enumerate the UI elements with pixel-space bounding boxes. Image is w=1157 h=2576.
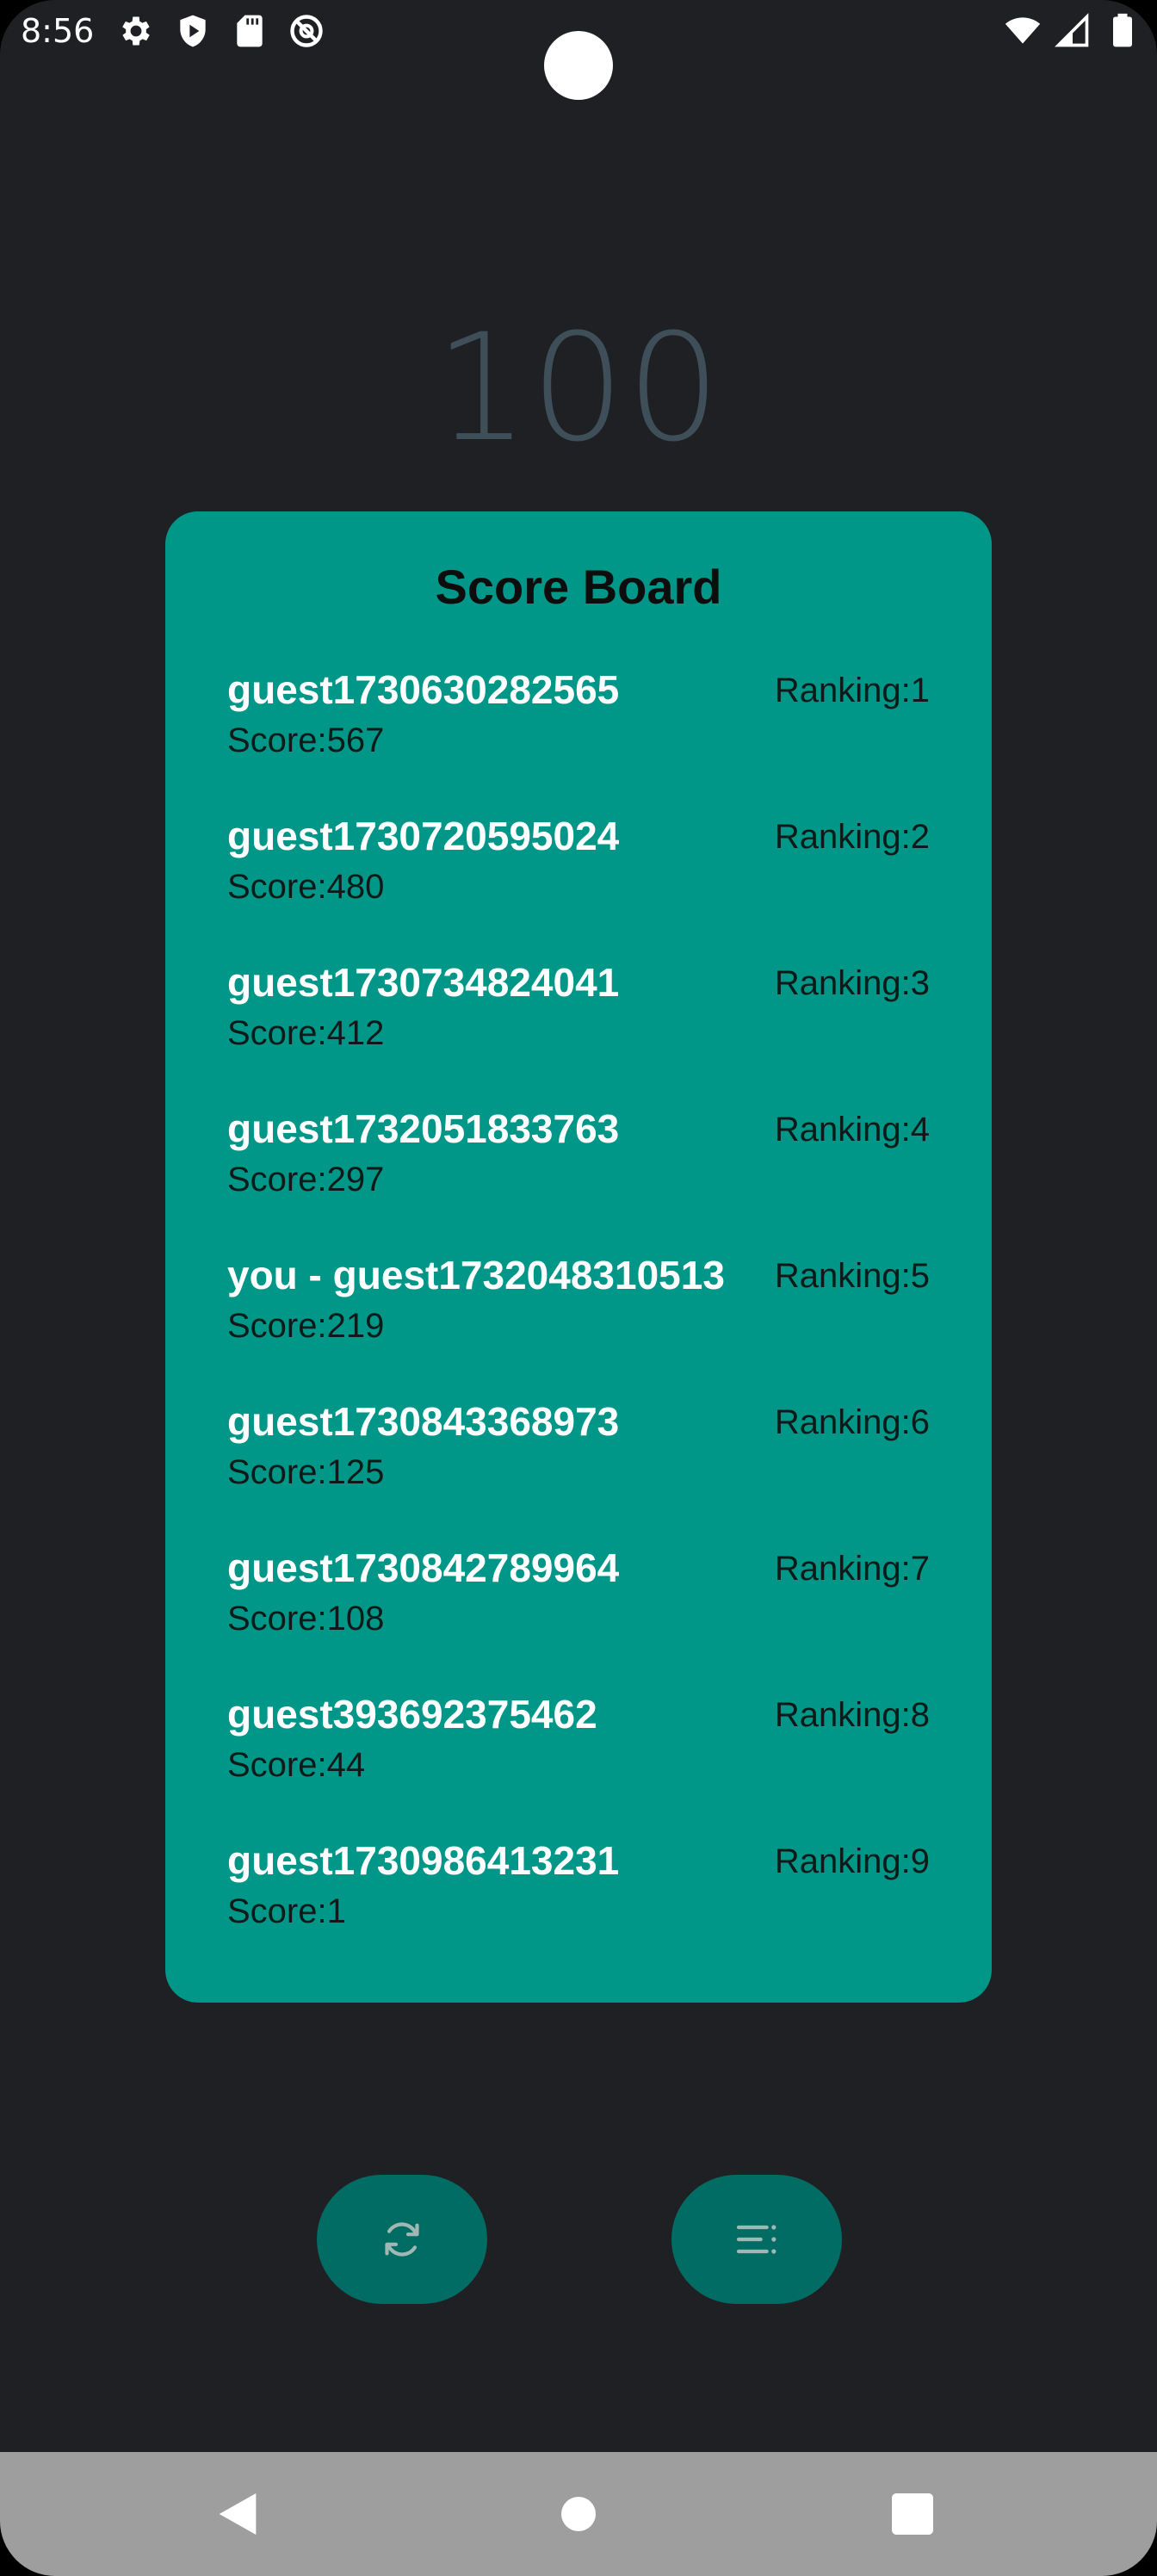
signal-icon xyxy=(1055,13,1089,47)
player-ranking: Ranking:2 xyxy=(774,818,930,856)
player-ranking: Ranking:6 xyxy=(774,1403,930,1441)
wifi-icon xyxy=(1005,17,1041,44)
menu-button[interactable] xyxy=(671,2175,842,2304)
current-score: 100 xyxy=(434,301,723,474)
settings-icon xyxy=(122,16,150,46)
shield-icon xyxy=(180,15,206,47)
player-ranking: Ranking:9 xyxy=(774,1842,930,1880)
list-item-current-user: you - guest1732048310513 Score:219 Ranki… xyxy=(227,1252,930,1398)
player-ranking: Ranking:7 xyxy=(774,1550,930,1588)
no-disturb-icon xyxy=(290,15,323,47)
player-name: guest393692375462 xyxy=(227,1692,597,1737)
score-board: Score Board guest1730630282565 Score:567… xyxy=(165,511,992,2003)
player-name: guest1730720595024 xyxy=(227,814,620,858)
list-item: guest393692375462 Score:44 Ranking:8 xyxy=(227,1691,930,1837)
player-ranking: Ranking:4 xyxy=(774,1111,930,1149)
player-score: Score:44 xyxy=(227,1746,366,1784)
player-score: Score:412 xyxy=(227,1014,385,1052)
list-item: guest1730630282565 Score:567 Ranking:1 xyxy=(227,666,930,813)
status-icons-right xyxy=(1004,12,1142,50)
score-board-title: Score Board xyxy=(435,560,722,614)
list-item: guest1730843368973 Score:125 Ranking:6 xyxy=(227,1398,930,1545)
player-score: Score:297 xyxy=(227,1161,385,1198)
status-time: 8:56 xyxy=(21,12,95,50)
player-score: Score:567 xyxy=(227,721,385,759)
player-name: guest1730630282565 xyxy=(227,667,620,712)
player-score: Score:219 xyxy=(227,1307,385,1345)
player-name: guest1730734824041 xyxy=(227,960,620,1005)
refresh-button[interactable] xyxy=(317,2175,487,2304)
camera-cutout xyxy=(544,31,613,100)
list-item: guest1730720595024 Score:480 Ranking:2 xyxy=(227,813,930,959)
back-icon[interactable] xyxy=(210,2486,265,2542)
player-score: Score:125 xyxy=(227,1453,385,1491)
app-screen: 8:56 100 Score Board guest1730630282565 … xyxy=(0,0,1157,2576)
sd-card-icon xyxy=(237,15,263,47)
player-ranking: Ranking:1 xyxy=(774,672,930,709)
player-name: you - guest1732048310513 xyxy=(227,1253,725,1297)
player-name: guest1732051833763 xyxy=(227,1106,620,1151)
list-item: guest1732051833763 Score:297 Ranking:4 xyxy=(227,1105,930,1252)
home-icon[interactable] xyxy=(551,2486,606,2542)
status-icons-left xyxy=(117,12,325,50)
score-list: guest1730630282565 Score:567 Ranking:1 g… xyxy=(227,666,930,1984)
player-score: Score:480 xyxy=(227,868,385,906)
player-score: Score:108 xyxy=(227,1600,385,1638)
recents-icon[interactable] xyxy=(885,2486,940,2542)
player-ranking: Ranking:8 xyxy=(774,1696,930,1734)
list-item: guest1730986413231 Score:1 Ranking:9 xyxy=(227,1837,930,1984)
player-name: guest1730986413231 xyxy=(227,1838,620,1883)
player-name: guest1730843368973 xyxy=(227,1399,620,1444)
menu-icon xyxy=(736,2225,776,2254)
list-item: guest1730842789964 Score:108 Ranking:7 xyxy=(227,1545,930,1691)
navigation-bar xyxy=(0,2452,1157,2576)
battery-icon xyxy=(1113,13,1132,47)
list-item: guest1730734824041 Score:412 Ranking:3 xyxy=(227,959,930,1105)
player-ranking: Ranking:3 xyxy=(774,964,930,1002)
player-ranking: Ranking:5 xyxy=(774,1257,930,1295)
refresh-icon xyxy=(385,2222,419,2257)
player-score: Score:1 xyxy=(227,1892,346,1930)
player-name: guest1730842789964 xyxy=(227,1545,620,1590)
